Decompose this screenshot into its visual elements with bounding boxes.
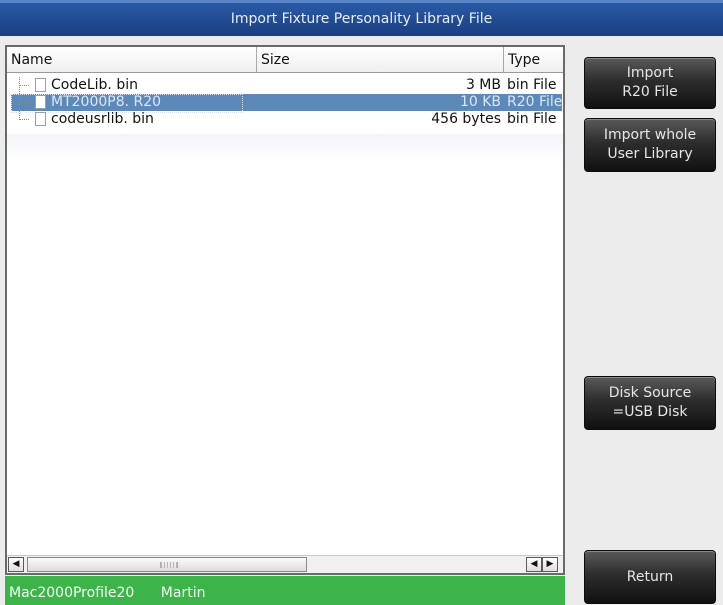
status-manufacturer: Martin bbox=[160, 585, 206, 601]
scroll-left-icon[interactable]: ◀ bbox=[8, 557, 24, 572]
list-reflection bbox=[7, 134, 563, 164]
file-size: 3 MB bbox=[465, 77, 501, 93]
column-header-type[interactable]: Type bbox=[504, 47, 563, 73]
file-type: bin File bbox=[507, 111, 557, 127]
scroll-right-icon[interactable]: ▶ bbox=[542, 557, 558, 572]
file-size: 10 KB bbox=[459, 94, 501, 110]
file-type: R20 File bbox=[507, 94, 563, 110]
window-title: Import Fixture Personality Library File bbox=[230, 11, 493, 27]
import-user-library-button[interactable]: Import whole User Library bbox=[584, 118, 716, 172]
column-header-size[interactable]: Size bbox=[257, 47, 504, 73]
column-header-name[interactable]: Name bbox=[7, 47, 257, 73]
file-type: bin File bbox=[507, 77, 557, 93]
return-button[interactable]: Return bbox=[584, 550, 716, 604]
grip-icon bbox=[160, 562, 178, 568]
file-row-selected[interactable]: MT2000P8. R20 10 KB R20 File bbox=[7, 94, 563, 113]
file-row[interactable]: CodeLib. bin 3 MB bin File bbox=[7, 77, 563, 94]
scroll-left-icon[interactable]: ◀ bbox=[526, 557, 542, 572]
scrollbar-thumb[interactable] bbox=[27, 557, 307, 572]
disk-source-button[interactable]: Disk Source =USB Disk bbox=[584, 376, 716, 430]
file-rows: CodeLib. bin 3 MB bin File MT2000P8. R20… bbox=[7, 77, 563, 128]
window-title-bar: Import Fixture Personality Library File bbox=[0, 0, 723, 36]
status-bar: Mac2000Profile20 Martin bbox=[5, 576, 565, 605]
file-row[interactable]: codeusrlib. bin 456 bytes bin File bbox=[7, 111, 563, 128]
file-list-header: Name Size Type bbox=[7, 47, 563, 73]
import-r20-button[interactable]: Import R20 File bbox=[584, 57, 716, 109]
status-profile: Mac2000Profile20 bbox=[9, 585, 135, 601]
file-list[interactable]: Name Size Type CodeLib. bin 3 MB bin Fil… bbox=[5, 45, 565, 575]
horizontal-scrollbar[interactable]: ◀ ◀ ▶ bbox=[7, 555, 563, 573]
file-size: 456 bytes bbox=[431, 111, 501, 127]
